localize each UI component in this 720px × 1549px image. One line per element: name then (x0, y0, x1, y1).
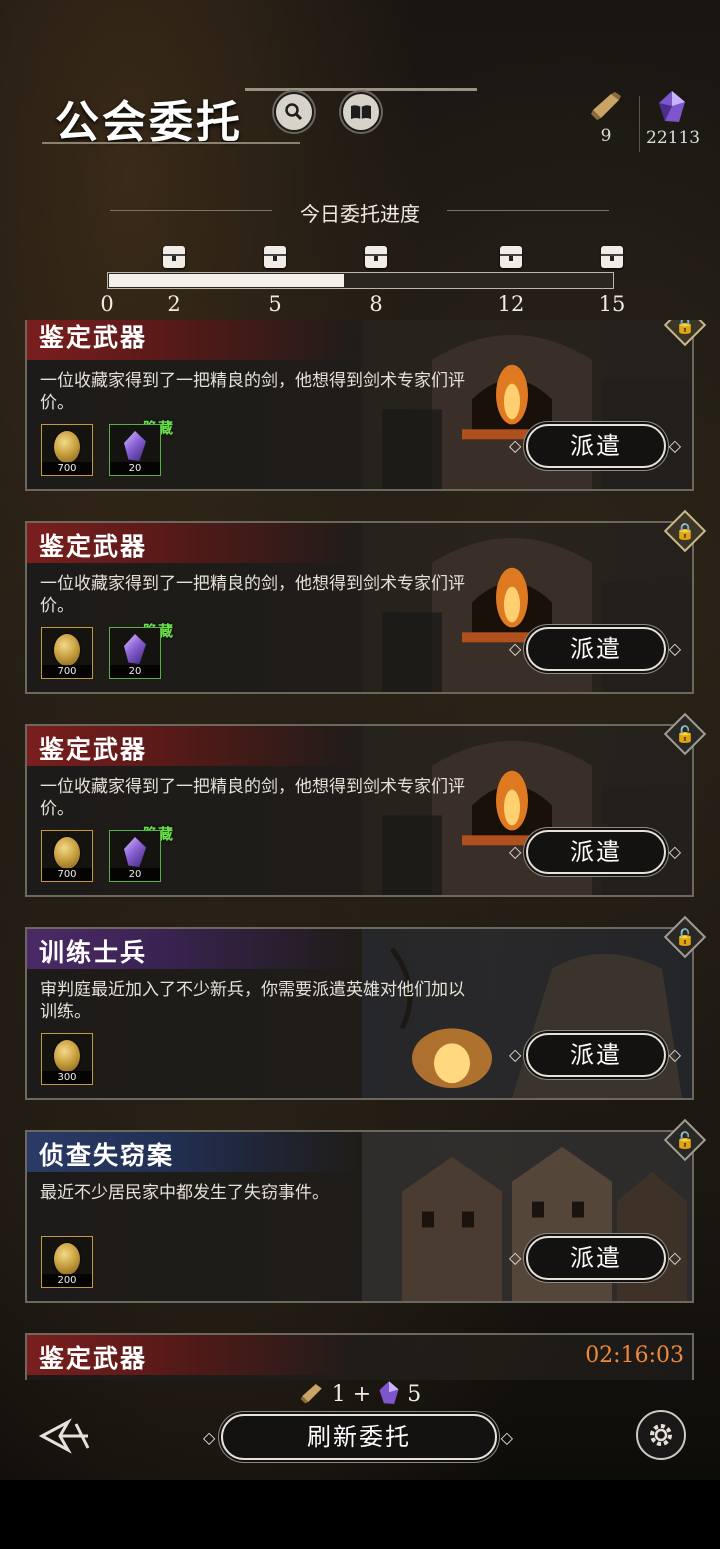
quest-list[interactable]: 鉴定武器 一位收藏家得到了一把精良的剑，他想得到剑术专家们评价。 700 隐藏 … (0, 320, 720, 1380)
reward-gold-coin[interactable]: 200 (41, 1236, 93, 1288)
progress-tick: 8 (369, 292, 383, 316)
quest-card[interactable]: 鉴定武器 一位收藏家得到了一把精良的剑，他想得到剑术专家们评价。 700 隐藏 … (25, 724, 694, 897)
dispatch-button[interactable]: 派遣 (509, 627, 683, 671)
reward-gold-coin[interactable]: 700 (41, 424, 93, 476)
back-icon (38, 1418, 90, 1454)
book-button[interactable] (341, 92, 381, 132)
quest-card[interactable]: 鉴定武器 02:16:03 (25, 1333, 694, 1380)
dispatch-button[interactable]: 派遣 (509, 830, 683, 874)
quest-card[interactable]: 侦查失窃案 最近不少居民家中都发生了失窃事件。 200 派遣 (25, 1130, 694, 1303)
search-button[interactable] (274, 92, 314, 132)
reward-qty: 300 (42, 1071, 92, 1084)
reward-crystal[interactable]: 20 (109, 424, 161, 476)
reward-chest-2[interactable] (163, 246, 185, 268)
reward-chest-12[interactable] (500, 246, 522, 268)
unlock-icon: 🔓 (675, 927, 695, 947)
refresh-cost: 1 + 5 (0, 1380, 720, 1407)
scroll-count: 9 (600, 126, 612, 146)
coin-icon (54, 837, 80, 869)
scroll-icon (591, 92, 621, 120)
lock-icon: 🔒 (675, 320, 695, 335)
progress-tick: 12 (497, 292, 525, 316)
cost-crystal-amount: 5 (407, 1382, 422, 1407)
reward-chest-15[interactable] (601, 246, 623, 268)
coin-icon (54, 634, 80, 666)
crystal-icon (124, 837, 146, 867)
coin-icon (54, 431, 80, 463)
dispatch-button[interactable]: 派遣 (509, 1033, 683, 1077)
reward-chest-5[interactable] (264, 246, 286, 268)
quest-card[interactable]: 训练士兵 审判庭最近加入了不少新兵，你需要派遣英雄对他们加以训练。 300 派遣 (25, 927, 694, 1100)
progress-tick: 15 (598, 292, 626, 316)
reward-gold-coin[interactable]: 300 (41, 1033, 93, 1085)
cost-plus: + (352, 1382, 372, 1407)
reward-crystal[interactable]: 20 (109, 830, 161, 882)
progress-label: 今日委托进度 (300, 202, 420, 226)
quest-name: 训练士兵 (39, 938, 148, 967)
crystal-icon (124, 431, 146, 461)
reward-qty: 700 (42, 868, 92, 881)
quest-name: 鉴定武器 (39, 323, 148, 352)
scroll-icon (300, 1384, 322, 1404)
lock-icon: 🔒 (675, 521, 695, 541)
crystal-icon (659, 91, 685, 122)
quest-description: 审判庭最近加入了不少新兵，你需要派遣英雄对他们加以训练。 (40, 980, 465, 1022)
crystal-count: 22113 (646, 128, 701, 148)
coin-icon (54, 1243, 80, 1275)
dispatch-button[interactable]: 派遣 (509, 1236, 683, 1280)
progress-tick: 5 (268, 292, 282, 316)
reward-gold-coin[interactable]: 700 (41, 830, 93, 882)
progress-tick: 0 (100, 292, 114, 316)
unlock-icon: 🔓 (675, 1130, 695, 1150)
dispatch-button[interactable]: 派遣 (509, 424, 683, 468)
refresh-quests-button[interactable]: 刷新委托 (203, 1414, 515, 1460)
quest-description: 一位收藏家得到了一把精良的剑，他想得到剑术专家们评价。 (40, 574, 465, 616)
reward-crystal[interactable]: 20 (109, 627, 161, 679)
crystal-resource: 22113 (646, 90, 701, 148)
reward-qty: 200 (42, 1274, 92, 1287)
title-top-line (245, 88, 477, 91)
progress-bar-fill (109, 274, 344, 287)
progress-bar (107, 272, 614, 289)
reward-qty: 700 (42, 462, 92, 475)
book-icon (351, 105, 371, 119)
coin-icon (54, 1040, 80, 1072)
title-underline (42, 142, 300, 144)
reward-qty: 20 (110, 462, 160, 475)
quest-name: 鉴定武器 (39, 1344, 148, 1373)
quest-name: 鉴定武器 (39, 735, 148, 764)
reward-qty: 20 (110, 868, 160, 881)
reward-qty: 20 (110, 665, 160, 678)
back-button[interactable] (38, 1416, 94, 1456)
reward-qty: 700 (42, 665, 92, 678)
quest-timer: 02:16:03 (585, 1343, 684, 1368)
cost-scroll-amount: 1 (331, 1382, 346, 1407)
crystal-icon (124, 634, 146, 664)
quest-name: 鉴定武器 (39, 532, 148, 561)
reward-gold-coin[interactable]: 700 (41, 627, 93, 679)
scroll-resource: 9 (586, 90, 626, 146)
quest-description: 一位收藏家得到了一把精良的剑，他想得到剑术专家们评价。 (40, 777, 465, 819)
page-title: 公会委托 (55, 97, 243, 148)
reward-chest-8[interactable] (365, 246, 387, 268)
unlock-icon: 🔓 (675, 724, 695, 744)
progress-tick: 2 (167, 292, 181, 316)
resource-divider (639, 96, 640, 152)
quest-description: 最近不少居民家中都发生了失窃事件。 (40, 1183, 329, 1203)
quest-card[interactable]: 鉴定武器 一位收藏家得到了一把精良的剑，他想得到剑术专家们评价。 700 隐藏 … (25, 320, 694, 491)
quest-name: 侦查失窃案 (39, 1141, 175, 1170)
settings-button[interactable] (636, 1410, 686, 1460)
crystal-icon (379, 1381, 399, 1404)
quest-description: 一位收藏家得到了一把精良的剑，他想得到剑术专家们评价。 (40, 371, 465, 413)
quest-card[interactable]: 鉴定武器 一位收藏家得到了一把精良的剑，他想得到剑术专家们评价。 700 隐藏 … (25, 521, 694, 694)
gear-icon (650, 1424, 672, 1446)
search-icon (285, 103, 303, 121)
